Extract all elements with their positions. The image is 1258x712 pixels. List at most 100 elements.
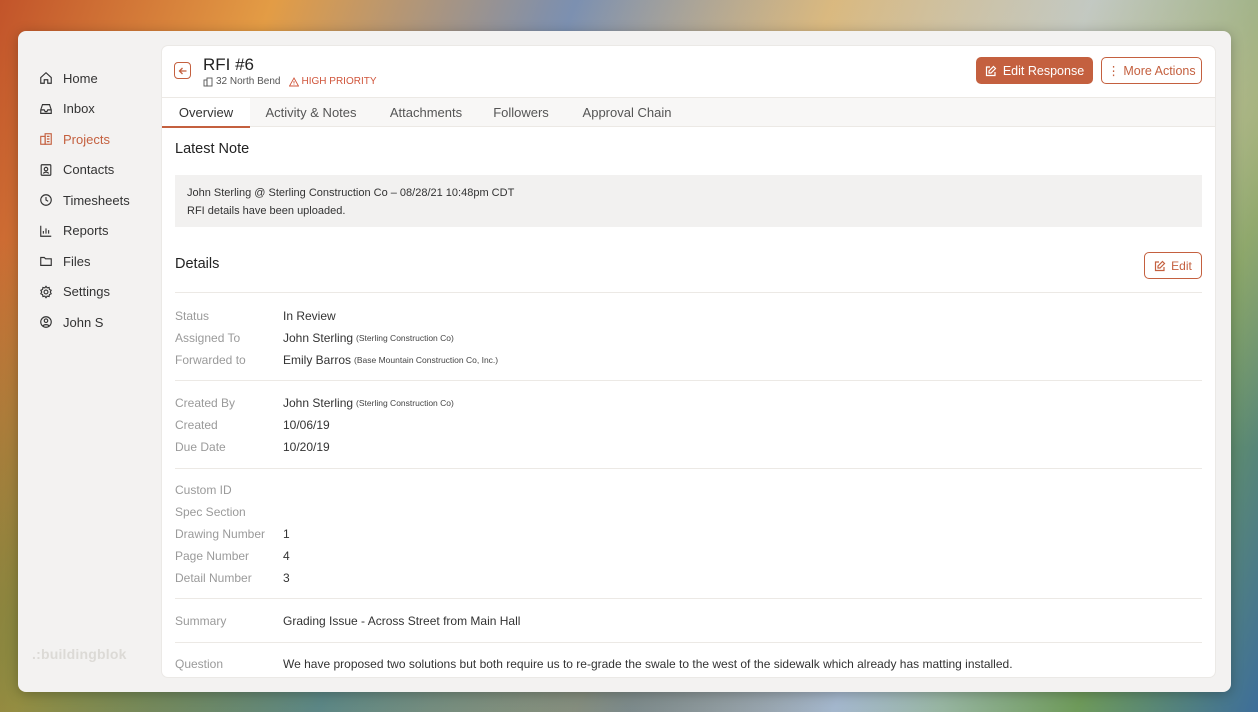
detail-label: Detail Number: [175, 571, 252, 585]
detail-label: Assigned To: [175, 331, 241, 345]
divider: [175, 292, 1202, 293]
rfi-header: RFI #6 32 North Bend HIGH PRIORITY Edit …: [162, 46, 1215, 97]
tab-overview[interactable]: Overview: [162, 98, 250, 128]
detail-label: Spec Section: [175, 505, 246, 519]
rfi-subline: 32 North Bend HIGH PRIORITY: [203, 76, 377, 87]
gear-icon: [39, 285, 53, 299]
home-icon: [39, 71, 53, 85]
detail-value: 10/20/19: [283, 440, 330, 454]
sidebar-item-inbox[interactable]: Inbox: [39, 94, 130, 125]
sidebar-item-projects[interactable]: Projects: [39, 124, 130, 155]
detail-row-custom-id: Custom ID: [175, 479, 283, 501]
reports-icon: [39, 224, 53, 238]
sidebar-item-label: John S: [63, 314, 104, 330]
detail-label: Due Date: [175, 440, 226, 454]
note-text: RFI details have been uploaded.: [187, 205, 346, 217]
back-button[interactable]: [174, 62, 191, 79]
detail-row-assigned-to: Assigned To John Sterling (Sterling Cons…: [175, 327, 454, 349]
warning-icon: [288, 76, 299, 86]
detail-row-detail-number: Detail Number 3: [175, 567, 290, 589]
detail-row-question: Question We have proposed two solutions …: [175, 653, 1013, 675]
page-title: RFI #6: [203, 55, 255, 74]
detail-label: Status: [175, 309, 210, 323]
sidebar-item-label: Inbox: [63, 101, 95, 117]
detail-value: We have proposed two solutions but both …: [283, 657, 1013, 671]
detail-org: (Sterling Construction Co): [356, 333, 454, 343]
detail-row-status: Status In Review: [175, 305, 336, 327]
building-icon: [203, 77, 213, 86]
sidebar: Home Inbox Projects Contacts Timesheets …: [18, 31, 162, 692]
project-name: 32 North Bend: [216, 76, 281, 87]
sidebar-item-contacts[interactable]: Contacts: [39, 155, 130, 186]
detail-label: Created: [175, 418, 218, 432]
divider: [175, 380, 1202, 381]
sidebar-item-label: Files: [63, 253, 91, 269]
detail-row-created: Created 10/06/19: [175, 414, 330, 436]
detail-value: John Sterling: [283, 396, 354, 410]
sidebar-item-label: Contacts: [63, 162, 115, 178]
more-actions-button[interactable]: ⋮ More Actions: [1101, 57, 1202, 84]
edit-icon: [985, 65, 997, 76]
clock-icon: [39, 193, 53, 207]
detail-label: Page Number: [175, 549, 250, 563]
inbox-icon: [39, 102, 53, 116]
arrow-left-icon: [178, 67, 186, 74]
detail-value: In Review: [283, 309, 336, 323]
edit-response-button[interactable]: Edit Response: [976, 57, 1093, 84]
sidebar-item-settings[interactable]: Settings: [39, 277, 130, 308]
tab-bar: Overview Activity & Notes Attachments Fo…: [162, 97, 1215, 128]
detail-value: 4: [283, 549, 290, 563]
tab-attachments[interactable]: Attachments: [380, 98, 472, 127]
tab-activity-notes[interactable]: Activity & Notes: [254, 98, 368, 127]
latest-note-heading: Latest Note: [175, 141, 250, 157]
tab-approval-chain[interactable]: Approval Chain: [574, 98, 680, 127]
main-panel: RFI #6 32 North Bend HIGH PRIORITY Edit …: [162, 46, 1215, 677]
divider: [175, 642, 1202, 643]
sidebar-item-user[interactable]: John S: [39, 307, 130, 338]
detail-row-page-number: Page Number 4: [175, 545, 290, 567]
latest-note-box: John Sterling @ Sterling Construction Co…: [175, 175, 1202, 227]
sidebar-item-files[interactable]: Files: [39, 246, 130, 277]
sidebar-item-reports[interactable]: Reports: [39, 216, 130, 247]
detail-row-created-by: Created By John Sterling (Sterling Const…: [175, 392, 454, 414]
overview-content: Latest Note John Sterling @ Sterling Con…: [162, 127, 1215, 677]
detail-label: Drawing Number: [175, 527, 266, 541]
edit-details-label: Edit: [1171, 258, 1192, 273]
projects-icon: [39, 132, 53, 146]
user-icon: [39, 315, 53, 329]
detail-value: Grading Issue - Across Street from Main …: [283, 614, 521, 628]
detail-row-forwarded-to: Forwarded to Emily Barros (Base Mountain…: [175, 349, 498, 371]
divider: [175, 598, 1202, 599]
app-window: Home Inbox Projects Contacts Timesheets …: [18, 31, 1231, 692]
detail-value: Emily Barros: [283, 353, 352, 367]
detail-label: Created By: [175, 396, 236, 410]
contacts-icon: [39, 163, 53, 177]
detail-value: 10/06/19: [283, 418, 330, 432]
detail-value: John Sterling: [283, 331, 354, 345]
detail-row-summary: Summary Grading Issue - Across Street fr…: [175, 610, 520, 632]
detail-row-spec-section: Spec Section: [175, 501, 283, 523]
detail-label: Custom ID: [175, 483, 232, 497]
detail-value: 1: [283, 527, 290, 541]
sidebar-item-timesheets[interactable]: Timesheets: [39, 185, 130, 216]
edit-icon: [1155, 260, 1166, 271]
detail-label: Question: [175, 657, 224, 671]
sidebar-item-label: Settings: [63, 284, 110, 300]
tab-followers[interactable]: Followers: [486, 98, 556, 127]
brand-logo: .:buildingblok: [32, 646, 127, 662]
folder-icon: [39, 254, 53, 268]
priority-label: HIGH PRIORITY: [301, 76, 377, 87]
sidebar-item-label: Home: [63, 70, 98, 86]
more-actions-label: ⋮ More Actions: [1107, 64, 1196, 78]
sidebar-item-label: Reports: [63, 223, 109, 239]
edit-response-label: Edit Response: [1002, 63, 1085, 78]
details-heading: Details: [175, 256, 220, 272]
sidebar-item-label: Timesheets: [63, 192, 130, 208]
edit-details-button[interactable]: Edit: [1144, 252, 1202, 279]
detail-row-due-date: Due Date 10/20/19: [175, 436, 330, 458]
detail-label: Forwarded to: [175, 353, 246, 367]
note-author-line: John Sterling @ Sterling Construction Co…: [187, 187, 515, 199]
sidebar-item-home[interactable]: Home: [39, 63, 130, 94]
detail-value: 3: [283, 571, 290, 585]
detail-org: (Sterling Construction Co): [356, 398, 454, 408]
